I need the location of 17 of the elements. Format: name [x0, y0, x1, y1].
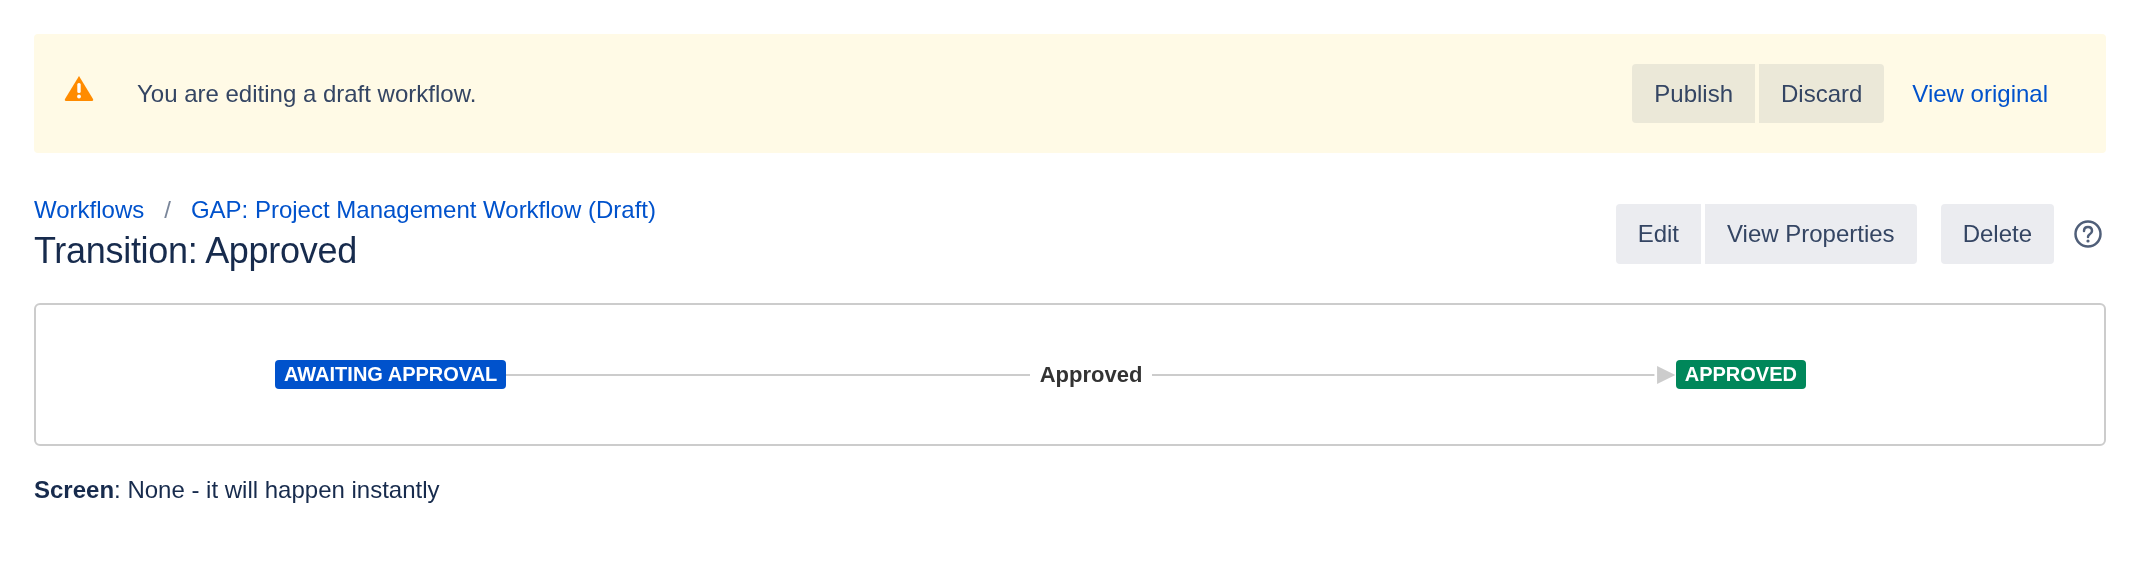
status-lozenge: APPROVED	[1675, 360, 1806, 389]
delete-button[interactable]: Delete	[1940, 204, 2054, 264]
help-icon[interactable]	[2074, 220, 2102, 248]
breadcrumb-link[interactable]: GAP: Project Management Workflow (Draft)	[190, 196, 656, 224]
breadcrumb-link[interactable]: Workflows	[34, 196, 145, 224]
breadcrumb-separator: /	[164, 196, 171, 224]
banner-button[interactable]: Discard	[1759, 64, 1885, 123]
action-button[interactable]: Edit	[1615, 204, 1701, 264]
banner-message: You are editing a draft workflow.	[137, 79, 478, 108]
banner-button[interactable]: Publish	[1632, 64, 1755, 123]
screen-info-text: Screen: None - it will happen instantly	[34, 476, 441, 504]
view-original-link[interactable]: View original	[1912, 79, 2048, 108]
page-title: Transition: Approved	[34, 230, 358, 272]
transition-label: Approved	[1039, 361, 1143, 388]
action-button[interactable]: View Properties	[1705, 204, 1917, 264]
warning-icon	[64, 74, 94, 101]
status-lozenge: AWAITING APPROVAL	[275, 360, 507, 389]
